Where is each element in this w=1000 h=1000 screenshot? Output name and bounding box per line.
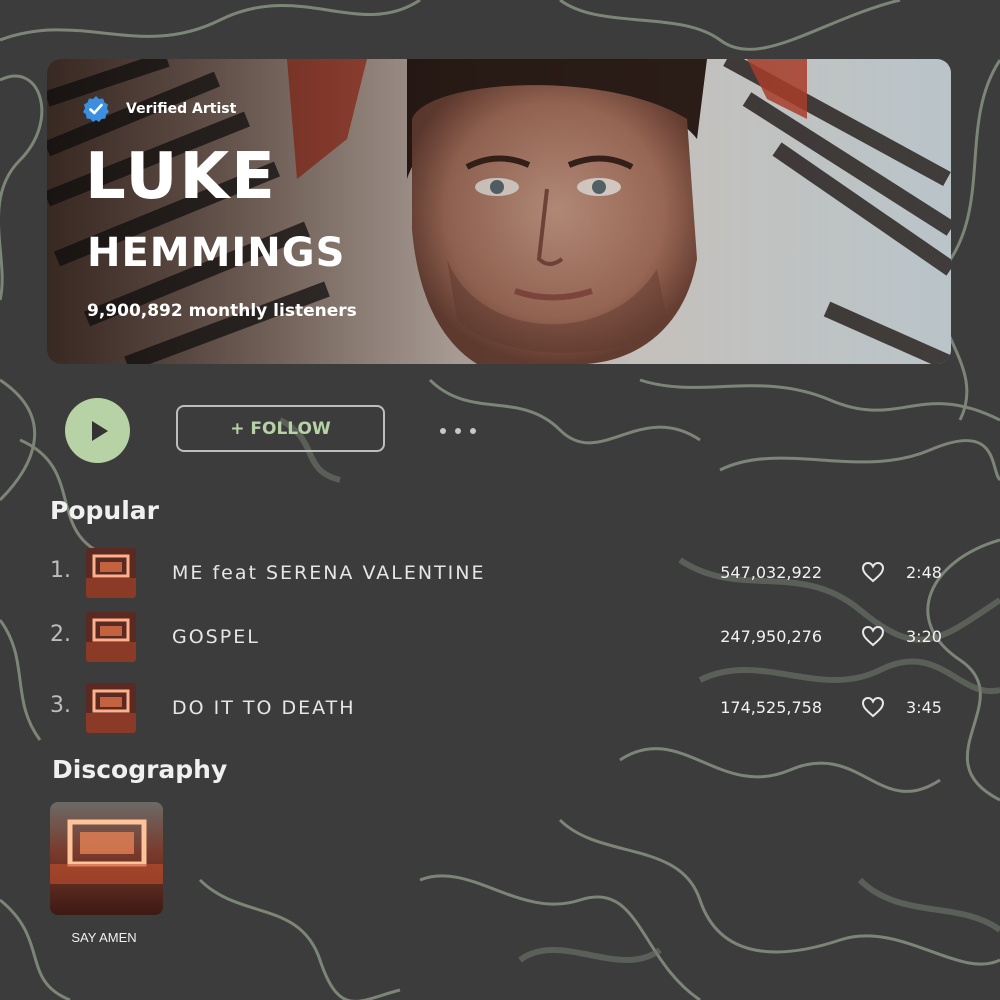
verified-artist-row: Verified Artist [82,95,236,123]
more-dots-icon [455,428,461,434]
monthly-listeners: 9,900,892 monthly listeners [87,301,357,321]
more-dots-icon [470,428,476,434]
discography-section-title: Discography [52,755,228,784]
artist-name-first: LUKE [85,140,277,214]
heart-icon[interactable] [861,561,885,583]
track-cover-art [86,548,136,598]
track-play-count: 174,525,758 [720,698,822,717]
verified-artist-label: Verified Artist [126,101,237,117]
track-cover-art [86,612,136,662]
heart-icon[interactable] [861,625,885,647]
more-dots-icon [440,428,446,434]
artist-header-banner: Verified Artist LUKE HEMMINGS 9,900,892 … [47,59,951,364]
artist-name-last: HEMMINGS [87,230,346,276]
play-button[interactable] [65,398,130,463]
track-title[interactable]: DO IT TO DEATH [172,697,356,719]
track-duration: 2:48 [906,563,942,582]
track-play-count: 247,950,276 [720,627,822,646]
heart-icon[interactable] [861,696,885,718]
track-duration: 3:45 [906,698,942,717]
track-duration: 3:20 [906,627,942,646]
track-play-count: 547,032,922 [720,563,822,582]
track-row[interactable]: 3. DO IT TO DEATH 174,525,758 3:45 [0,683,1000,735]
follow-button[interactable]: + FOLLOW [176,405,385,452]
more-options-button[interactable] [432,420,484,442]
play-icon [91,420,108,441]
track-rank: 3. [50,693,71,718]
track-title[interactable]: ME feat SERENA VALENTINE [172,562,485,584]
album-cover[interactable] [50,802,163,915]
track-row[interactable]: 2. GOSPEL 247,950,276 3:20 [0,612,1000,664]
verified-check-icon [83,96,109,122]
track-cover-art [86,683,136,733]
popular-section-title: Popular [50,496,159,525]
album-title[interactable]: SAY AMEN [50,930,158,945]
track-title[interactable]: GOSPEL [172,626,260,648]
artist-page: Verified Artist LUKE HEMMINGS 9,900,892 … [0,0,1000,1000]
track-rank: 2. [50,622,71,647]
track-rank: 1. [50,558,71,583]
track-row[interactable]: 1. ME feat SERENA VALENTINE 547,032,922 … [0,548,1000,600]
